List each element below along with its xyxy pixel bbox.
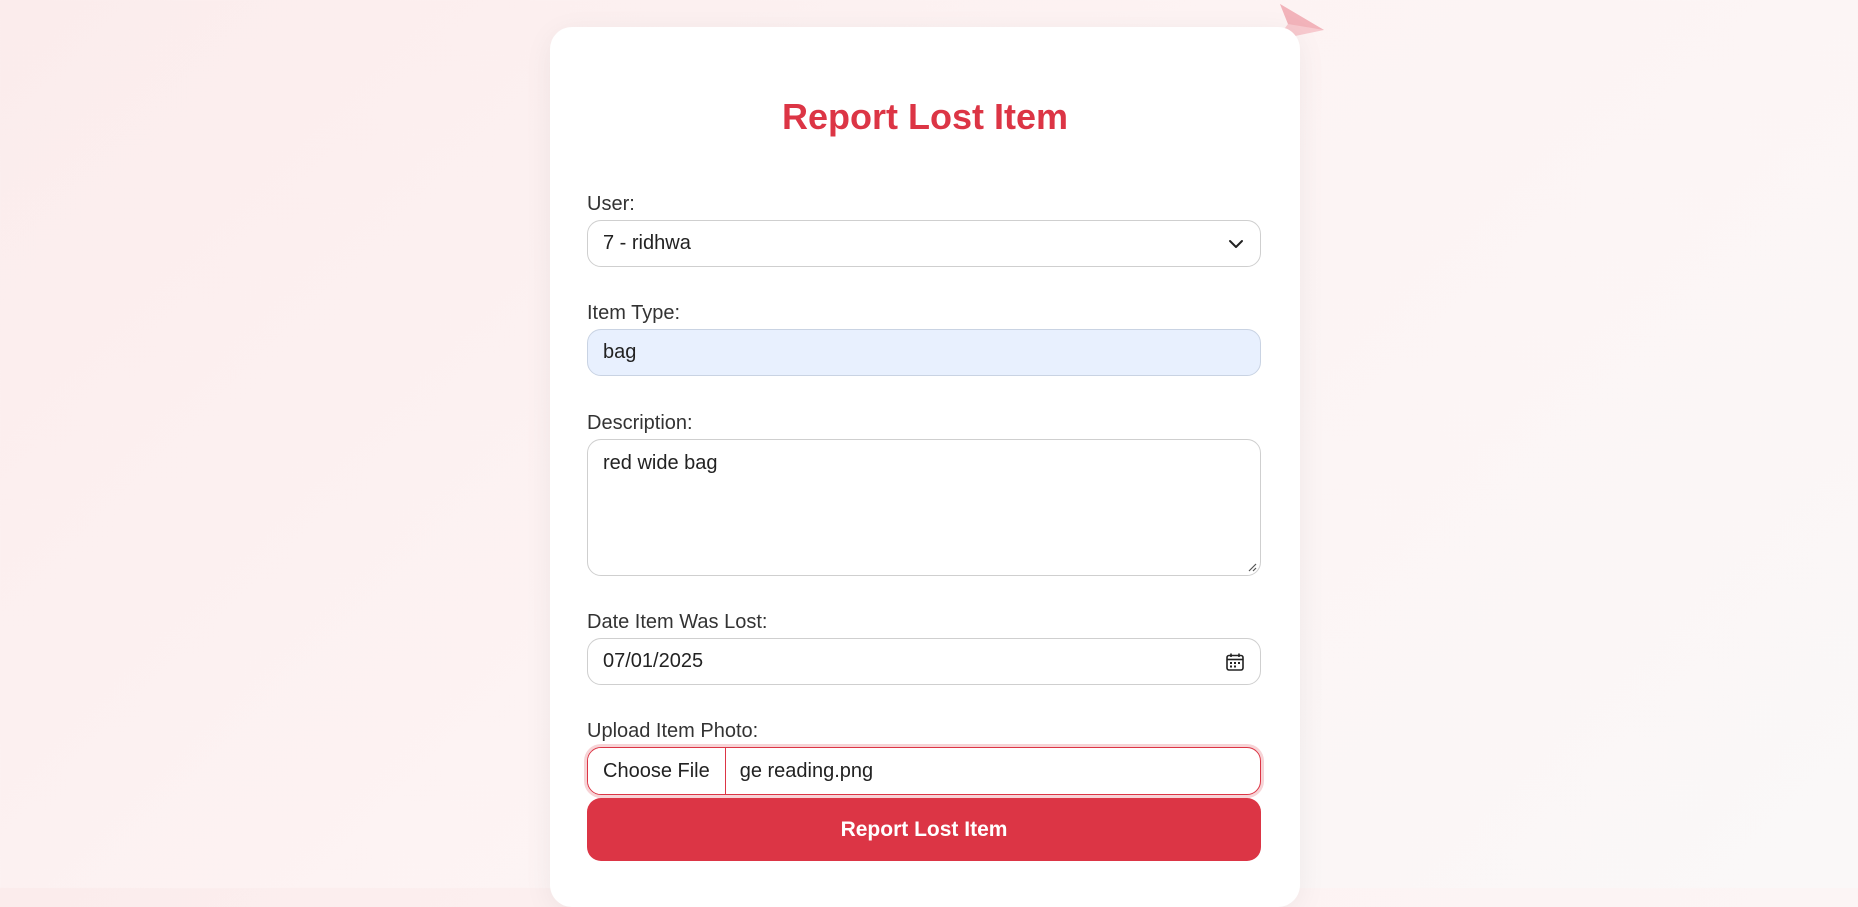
item-type-value: bag [603, 341, 637, 363]
date-value: 07/01/2025 [603, 650, 704, 672]
selected-file-name: ge reading.png [739, 759, 874, 782]
user-select[interactable]: 7 - ridhwa [587, 220, 1261, 267]
resize-handle-icon[interactable] [1247, 562, 1257, 572]
date-input[interactable]: 07/01/2025 [587, 638, 1261, 685]
description-label: Description: [587, 412, 693, 434]
user-label: User: [587, 193, 635, 215]
report-lost-item-button[interactable]: Report Lost Item [587, 798, 1261, 861]
page-title: Report Lost Item [781, 96, 1068, 137]
report-lost-item-card: Report Lost Item User: 7 - ridhwa Item T… [550, 27, 1300, 907]
photo-file-input[interactable]: Choose File ge reading.png [587, 747, 1261, 795]
photo-label: Upload Item Photo: [587, 720, 759, 742]
chevron-down-icon [1229, 239, 1243, 248]
date-label: Date Item Was Lost: [587, 611, 768, 633]
calendar-icon[interactable] [1225, 652, 1245, 672]
choose-file-button[interactable]: Choose File [588, 748, 726, 794]
item-type-label: Item Type: [587, 302, 681, 324]
description-value: red wide bag [603, 452, 718, 474]
user-select-value: 7 - ridhwa [603, 232, 691, 254]
item-type-input[interactable]: bag [587, 329, 1261, 376]
description-textarea[interactable]: red wide bag [587, 439, 1261, 576]
